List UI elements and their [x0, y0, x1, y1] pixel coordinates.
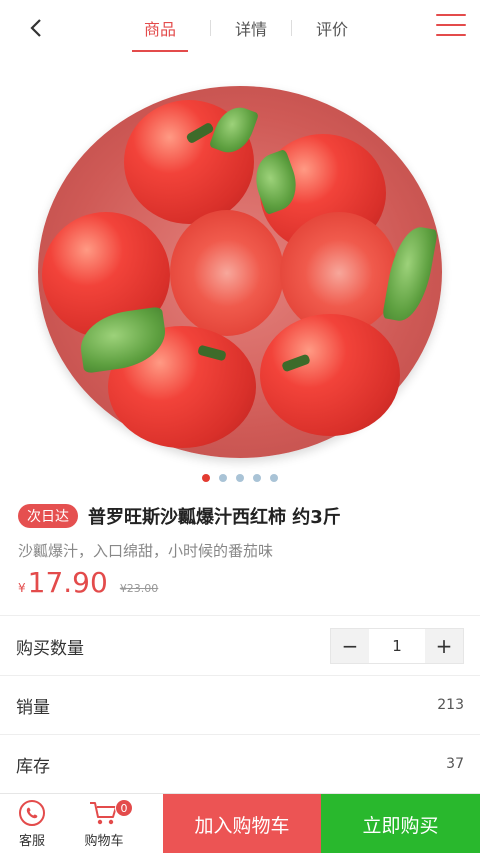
carousel-indicator — [0, 474, 480, 486]
cart-button[interactable]: 0 购物车 — [72, 794, 136, 853]
original-price: ¥23.00 — [119, 582, 159, 595]
customer-service-button[interactable]: 客服 — [0, 794, 64, 853]
buy-now-button[interactable]: 立即购买 — [321, 794, 480, 853]
tab-product[interactable]: 商品 — [132, 0, 188, 56]
carousel-dot[interactable] — [253, 474, 261, 482]
product-subtitle: 沙瓤爆汁，入口绵甜，小时候的番茄味 — [18, 542, 274, 560]
current-price: 17.90 — [27, 566, 108, 599]
carousel-dot[interactable] — [236, 474, 244, 482]
chevron-left-icon — [30, 19, 41, 37]
tab-divider — [210, 20, 211, 36]
tab-reviews[interactable]: 评价 — [314, 0, 350, 56]
decrease-button[interactable]: − — [331, 629, 369, 663]
carousel-dot[interactable] — [202, 474, 210, 482]
quantity-stepper: − 1 + — [330, 628, 464, 664]
stock-label: 库存 — [16, 756, 50, 777]
sales-row: 销量 213 — [0, 676, 480, 734]
divider — [0, 615, 480, 616]
top-nav: 商品 详情 评价 — [0, 0, 480, 56]
quantity-label: 购买数量 — [16, 638, 84, 659]
stock-row: 库存 37 — [0, 735, 480, 793]
tab-divider — [291, 20, 292, 36]
quantity-input[interactable]: 1 — [369, 629, 425, 663]
headset-icon — [19, 800, 45, 826]
product-title: 普罗旺斯沙瓤爆汁西红柿 约3斤 — [88, 507, 341, 528]
cart-label: 购物车 — [84, 834, 124, 849]
carousel-dot[interactable] — [219, 474, 227, 482]
back-button[interactable] — [22, 14, 50, 42]
product-image[interactable] — [0, 56, 480, 476]
stock-value: 37 — [446, 756, 464, 772]
add-to-cart-button[interactable]: 加入购物车 — [163, 794, 321, 853]
carousel-dot[interactable] — [270, 474, 278, 482]
delivery-badge: 次日达 — [18, 504, 78, 528]
bottom-action-bar: 客服 0 购物车 加入购物车 立即购买 — [0, 793, 480, 853]
increase-button[interactable]: + — [425, 629, 463, 663]
tab-bar: 商品 详情 评价 — [132, 0, 350, 56]
currency-symbol: ¥ — [18, 581, 26, 595]
price-row: ¥ 17.90 ¥23.00 — [18, 566, 158, 599]
quantity-row: 购买数量 − 1 + — [0, 618, 480, 674]
cart-count-badge: 0 — [115, 799, 133, 817]
customer-service-label: 客服 — [18, 834, 45, 849]
sales-value: 213 — [437, 697, 464, 713]
tab-details[interactable]: 详情 — [233, 0, 269, 56]
sales-label: 销量 — [16, 697, 50, 718]
product-title-row: 次日达 普罗旺斯沙瓤爆汁西红柿 约3斤 — [18, 503, 468, 529]
bowl-image — [38, 86, 442, 458]
hamburger-menu-icon[interactable] — [436, 12, 466, 38]
shopping-cart-icon — [90, 802, 117, 825]
